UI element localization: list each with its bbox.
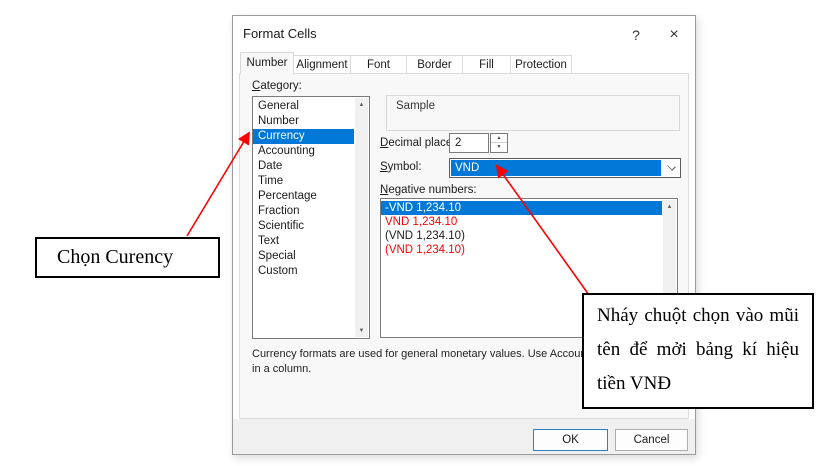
callout-right: Nháy chuột chọn vào mũi tên để mởi bảng … (582, 293, 814, 409)
spinner-up-icon[interactable]: ▲ (491, 134, 507, 143)
category-item-text[interactable]: Text (253, 234, 354, 249)
screenshot-stage: Format Cells ? × Number Alignment Font B… (0, 0, 831, 466)
category-item-date[interactable]: Date (253, 159, 354, 174)
sample-label: Sample (396, 100, 435, 112)
tab-border[interactable]: Border (406, 55, 463, 75)
sample-groupbox: Sample (386, 95, 680, 131)
spinner-down-icon[interactable]: ▼ (491, 143, 507, 152)
close-icon[interactable]: × (663, 24, 685, 46)
category-label: Category: (252, 80, 302, 92)
category-list: General Number Currency Accounting Date … (252, 96, 370, 339)
ok-button[interactable]: OK (533, 429, 608, 451)
negative-format-option-4[interactable]: (VND 1,234.10) (381, 243, 662, 257)
description-line-1: Currency formats are used for general mo… (252, 348, 582, 360)
tab-protection[interactable]: Protection (510, 55, 572, 75)
callout-left: Chọn Curency (35, 237, 220, 278)
category-scrollbar[interactable]: ▲ ▼ (355, 98, 368, 337)
category-item-custom[interactable]: Custom (253, 264, 354, 279)
category-item-percentage[interactable]: Percentage (253, 189, 354, 204)
category-items: General Number Currency Accounting Date … (253, 99, 354, 279)
decimal-places-input[interactable]: 2 (449, 133, 489, 153)
scroll-down-icon[interactable]: ▼ (355, 324, 368, 337)
tab-font[interactable]: Font (350, 55, 407, 75)
negative-format-option-3[interactable]: (VND 1,234.10) (381, 229, 662, 243)
symbol-label: Symbol: (380, 161, 422, 173)
scroll-up-icon[interactable]: ▲ (663, 200, 676, 213)
help-icon[interactable]: ? (625, 24, 647, 46)
symbol-dropdown[interactable]: VND (449, 158, 681, 178)
symbol-selected-value: VND (451, 160, 661, 176)
decimal-places-stepper: ▲ ▼ (490, 133, 508, 153)
chevron-down-icon[interactable] (668, 163, 676, 171)
category-item-number[interactable]: Number (253, 114, 354, 129)
category-item-scientific[interactable]: Scientific (253, 219, 354, 234)
callout-right-text: Nháy chuột chọn vào mũi tên để mởi bảng … (597, 305, 799, 394)
category-item-fraction[interactable]: Fraction (253, 204, 354, 219)
dialog-footer: OK Cancel (233, 419, 695, 454)
scroll-up-icon[interactable]: ▲ (355, 98, 368, 111)
callout-left-text: Chọn Curency (57, 246, 173, 269)
negative-numbers-items: -VND 1,234.10 VND 1,234.10 (VND 1,234.10… (381, 201, 662, 257)
category-item-general[interactable]: General (253, 99, 354, 114)
tab-strip: Number Alignment Font Border Fill Protec… (241, 52, 572, 75)
category-item-currency[interactable]: Currency (253, 129, 354, 144)
title-bar[interactable]: Format Cells ? × (233, 16, 695, 53)
negative-numbers-label: Negative numbers: (380, 184, 477, 196)
tab-number[interactable]: Number (240, 52, 294, 75)
negative-format-option-2[interactable]: VND 1,234.10 (381, 215, 662, 229)
tab-alignment[interactable]: Alignment (293, 55, 351, 75)
category-item-time[interactable]: Time (253, 174, 354, 189)
category-item-accounting[interactable]: Accounting (253, 144, 354, 159)
negative-format-option-1[interactable]: -VND 1,234.10 (381, 201, 662, 215)
category-item-special[interactable]: Special (253, 249, 354, 264)
description-line-2: in a column. (252, 363, 582, 375)
dialog-title: Format Cells (243, 26, 317, 41)
tab-fill[interactable]: Fill (462, 55, 511, 75)
cancel-button[interactable]: Cancel (615, 429, 688, 451)
